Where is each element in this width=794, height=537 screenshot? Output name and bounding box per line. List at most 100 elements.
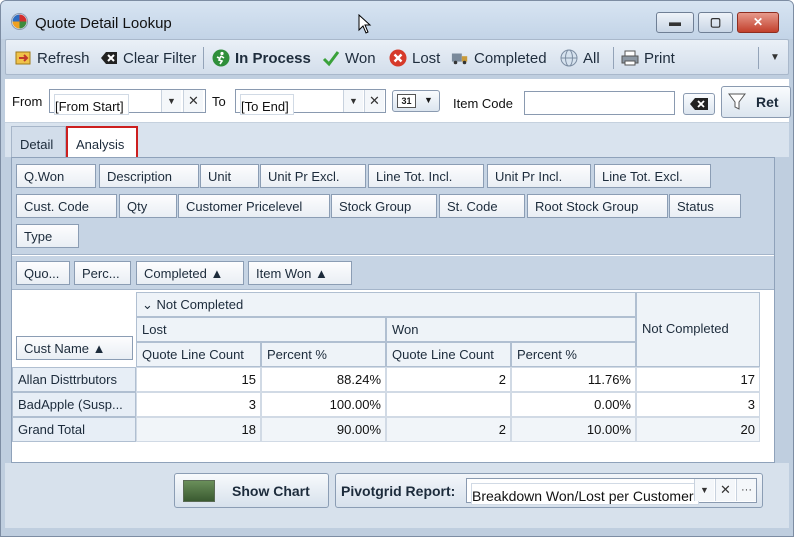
item-code-label: Item Code bbox=[453, 96, 513, 111]
refresh-icon bbox=[15, 51, 31, 65]
field-status[interactable]: Status bbox=[669, 194, 741, 218]
cell-lost-percent: 90.00% bbox=[261, 417, 386, 442]
to-date-combo[interactable]: [To End] ▼ ✕ bbox=[235, 89, 386, 115]
field-customer-pricelevel[interactable]: Customer Pricelevel bbox=[178, 194, 330, 218]
calendar-icon: 31 bbox=[397, 94, 416, 108]
field-stock-group[interactable]: Stock Group bbox=[331, 194, 437, 218]
cell-lost-count: 3 bbox=[136, 392, 261, 417]
minimize-button[interactable]: ▬ bbox=[656, 12, 694, 33]
field-unit-pr-incl[interactable]: Unit Pr Incl. bbox=[487, 164, 591, 188]
header-lost-quote-line-count: Quote Line Count bbox=[136, 342, 261, 367]
calendar-dropdown-arrow-icon: ▼ bbox=[424, 95, 433, 105]
cell-won-count bbox=[386, 392, 511, 417]
row-header[interactable]: BadApple (Susp... bbox=[12, 392, 136, 417]
clear-item-code-button[interactable] bbox=[683, 93, 715, 115]
backspace-icon bbox=[690, 98, 708, 110]
show-chart-button[interactable]: Show Chart bbox=[174, 473, 329, 508]
all-button[interactable]: All bbox=[560, 47, 600, 69]
toolbar-separator bbox=[758, 47, 759, 69]
in-process-button[interactable]: In Process bbox=[212, 47, 311, 69]
cell-not-completed-total: 20 bbox=[636, 417, 760, 442]
funnel-icon bbox=[728, 93, 746, 110]
filter-row: From [From Start] ▼ ✕ To [To End] ▼ ✕ 31… bbox=[5, 79, 791, 123]
row-header: Grand Total bbox=[12, 417, 136, 442]
print-button[interactable]: Print bbox=[621, 47, 675, 69]
report-clear-icon[interactable]: ✕ bbox=[715, 479, 735, 501]
field-line-tot-excl[interactable]: Line Tot. Excl. bbox=[594, 164, 711, 188]
report-dropdown-arrow-icon[interactable]: ▼ bbox=[694, 479, 714, 501]
chart-icon bbox=[183, 480, 215, 502]
close-button[interactable]: ✕ bbox=[737, 12, 779, 33]
data-field-quote-count[interactable]: Quo... bbox=[16, 261, 70, 285]
from-label: From bbox=[12, 94, 43, 109]
field-st-code[interactable]: St. Code bbox=[439, 194, 525, 218]
cell-lost-count: 15 bbox=[136, 367, 261, 392]
red-x-circle-icon bbox=[389, 49, 407, 67]
tab-strip: Detail Analysis bbox=[5, 123, 789, 159]
tab-detail[interactable]: Detail bbox=[11, 126, 66, 158]
from-date-combo[interactable]: [From Start] ▼ ✕ bbox=[49, 89, 206, 115]
cell-lost-percent: 88.24% bbox=[261, 367, 386, 392]
title-bar: Quote Detail Lookup ▬ ▢ ✕ bbox=[1, 1, 793, 39]
to-clear-icon[interactable]: ✕ bbox=[364, 90, 384, 112]
group-header-not-completed[interactable]: ⌄ Not Completed bbox=[136, 292, 636, 317]
cell-won-percent: 11.76% bbox=[511, 367, 636, 392]
field-line-tot-incl[interactable]: Line Tot. Incl. bbox=[368, 164, 484, 188]
to-dropdown-arrow-icon[interactable]: ▼ bbox=[343, 90, 363, 112]
header-won-percent: Percent % bbox=[511, 342, 636, 367]
header-won: Won bbox=[386, 317, 636, 342]
filter-field-area: Q.Won Description Unit Unit Pr Excl. Lin… bbox=[12, 158, 774, 255]
lost-button[interactable]: Lost bbox=[389, 47, 440, 69]
calendar-button[interactable]: 31 ▼ bbox=[392, 90, 440, 112]
clear-filter-icon bbox=[101, 52, 117, 64]
cell-lost-percent: 100.00% bbox=[261, 392, 386, 417]
won-button[interactable]: Won bbox=[322, 47, 376, 69]
cell-not-completed-total: 3 bbox=[636, 392, 760, 417]
clear-filter-button[interactable]: Clear Filter bbox=[100, 47, 196, 69]
cell-not-completed-total: 17 bbox=[636, 367, 760, 392]
field-description[interactable]: Description bbox=[99, 164, 199, 188]
data-column-field-area: Quo... Perc... Completed ▲ Item Won ▲ bbox=[12, 256, 774, 290]
refresh-button[interactable]: Refresh bbox=[14, 47, 90, 69]
row-header[interactable]: Allan Disttrbutors bbox=[12, 367, 136, 392]
window-title: Quote Detail Lookup bbox=[35, 15, 172, 32]
mouse-cursor-icon bbox=[358, 14, 372, 34]
field-unit[interactable]: Unit bbox=[200, 164, 259, 188]
completed-button[interactable]: Completed bbox=[451, 47, 547, 69]
toolbar-separator bbox=[203, 47, 204, 69]
header-lost-percent: Percent % bbox=[261, 342, 386, 367]
globe-icon bbox=[560, 49, 578, 67]
retrieve-label: Ret bbox=[756, 94, 779, 110]
printer-icon bbox=[621, 50, 639, 66]
item-code-input[interactable] bbox=[524, 91, 675, 115]
cell-lost-count: 18 bbox=[136, 417, 261, 442]
row-field-cust-name[interactable]: Cust Name ▲ bbox=[16, 336, 133, 360]
app-window: Quote Detail Lookup ▬ ▢ ✕ Refresh Clear … bbox=[0, 0, 794, 537]
truck-icon bbox=[451, 53, 468, 65]
cell-won-percent: 0.00% bbox=[511, 392, 636, 417]
toolbar-separator bbox=[613, 47, 614, 69]
tab-analysis[interactable]: Analysis bbox=[66, 126, 138, 159]
from-clear-icon[interactable]: ✕ bbox=[183, 90, 203, 112]
field-root-stock-group[interactable]: Root Stock Group bbox=[527, 194, 668, 218]
toolbar: Refresh Clear Filter In Process Won Lost… bbox=[5, 39, 789, 75]
field-type[interactable]: Type bbox=[16, 224, 79, 248]
field-q-won[interactable]: Q.Won bbox=[16, 164, 96, 188]
to-label: To bbox=[212, 94, 226, 109]
column-field-item-won[interactable]: Item Won ▲ bbox=[248, 261, 352, 285]
field-qty[interactable]: Qty bbox=[119, 194, 177, 218]
checkmark-icon bbox=[322, 51, 340, 67]
toolbar-overflow-dropdown[interactable]: ▼ bbox=[766, 47, 784, 69]
cell-won-count: 2 bbox=[386, 367, 511, 392]
field-cust-code[interactable]: Cust. Code bbox=[16, 194, 117, 218]
header-won-quote-line-count: Quote Line Count bbox=[386, 342, 511, 367]
report-ellipsis-button[interactable]: ··· bbox=[736, 479, 756, 501]
pivotgrid-report-select[interactable]: Breakdown Won/Lost per Customer ▼ ✕ ··· bbox=[466, 478, 757, 505]
data-field-percent[interactable]: Perc... bbox=[74, 261, 131, 285]
cell-won-count: 2 bbox=[386, 417, 511, 442]
from-dropdown-arrow-icon[interactable]: ▼ bbox=[161, 90, 181, 112]
maximize-button[interactable]: ▢ bbox=[698, 12, 733, 33]
retrieve-button[interactable]: Ret bbox=[721, 86, 791, 118]
field-unit-pr-excl[interactable]: Unit Pr Excl. bbox=[260, 164, 366, 188]
column-field-completed[interactable]: Completed ▲ bbox=[136, 261, 244, 285]
